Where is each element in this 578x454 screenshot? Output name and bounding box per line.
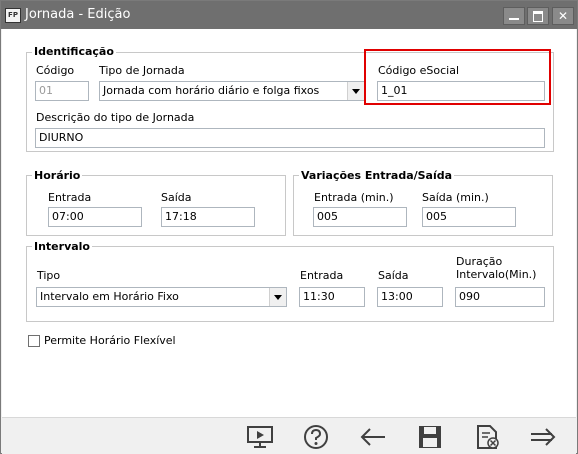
delete-document-icon <box>477 425 499 449</box>
intervalo-saida-field[interactable]: 13:00 <box>377 287 443 307</box>
forward-arrow-icon <box>531 428 556 446</box>
codigo-field[interactable]: 01 <box>35 81 89 101</box>
maximize-button[interactable] <box>527 7 549 25</box>
minimize-button[interactable] <box>503 7 525 25</box>
horario-entrada-label: Entrada <box>48 191 92 204</box>
duracao-label-line2: Intervalo(Min.) <box>456 268 537 281</box>
variacoes-legend: Variações Entrada/Saída <box>299 169 455 182</box>
save-button[interactable] <box>415 424 445 450</box>
variacao-entrada-field[interactable]: 005 <box>313 207 407 227</box>
chevron-down-icon[interactable] <box>347 82 364 100</box>
tipo-jornada-label: Tipo de Jornada <box>99 64 185 77</box>
help-icon <box>304 425 328 449</box>
tipo-jornada-value: Jornada com horário diário e folga fixos <box>103 84 320 97</box>
variacao-entrada-label: Entrada (min.) <box>314 191 394 204</box>
codigo-label: Código <box>36 64 75 77</box>
presentation-icon <box>247 426 273 448</box>
chevron-down-icon[interactable] <box>269 288 286 306</box>
horario-legend: Horário <box>32 169 83 182</box>
variacao-saida-label: Saída (min.) <box>422 191 489 204</box>
close-button[interactable]: ✕ <box>552 7 574 25</box>
presentation-button[interactable] <box>245 424 275 450</box>
permite-flexivel-checkbox[interactable] <box>28 335 40 347</box>
permite-flexivel-label: Permite Horário Flexível <box>44 334 176 347</box>
back-button[interactable] <box>358 424 388 450</box>
horario-saida-field[interactable]: 17:18 <box>161 207 255 227</box>
help-button[interactable] <box>301 424 331 450</box>
identificacao-legend: Identificação <box>32 45 116 58</box>
close-icon: ✕ <box>557 9 569 23</box>
title-bar[interactable]: FP Jornada - Edição ✕ <box>1 1 577 29</box>
intervalo-legend: Intervalo <box>32 240 92 253</box>
intervalo-entrada-label: Entrada <box>300 269 344 282</box>
descricao-field[interactable]: DIURNO <box>35 128 545 148</box>
app-logo-icon: FP <box>5 8 21 23</box>
intervalo-tipo-select[interactable]: Intervalo em Horário Fixo <box>36 287 287 307</box>
duracao-intervalo-field[interactable]: 090 <box>455 287 545 307</box>
intervalo-entrada-field[interactable]: 11:30 <box>299 287 365 307</box>
variacao-saida-field[interactable]: 005 <box>422 207 516 227</box>
back-arrow-icon <box>360 428 385 446</box>
form-content: Identificação Código 01 Tipo de Jornada … <box>2 29 576 417</box>
forward-button[interactable] <box>528 424 558 450</box>
intervalo-tipo-value: Intervalo em Horário Fixo <box>40 290 179 303</box>
intervalo-tipo-label: Tipo <box>37 269 61 282</box>
horario-saida-label: Saída <box>161 191 192 204</box>
esocial-highlight-box <box>364 49 551 105</box>
window: FP Jornada - Edição ✕ Identificação Códi… <box>0 0 578 454</box>
intervalo-saida-label: Saída <box>378 269 409 282</box>
descricao-label: Descrição do tipo de Jornada <box>36 111 195 124</box>
bottom-toolbar <box>2 417 576 454</box>
horario-entrada-field[interactable]: 07:00 <box>48 207 142 227</box>
tipo-jornada-select[interactable]: Jornada com horário diário e folga fixos <box>99 81 365 101</box>
window-title: Jornada - Edição <box>25 7 131 22</box>
delete-button[interactable] <box>472 424 502 450</box>
save-icon <box>419 426 441 448</box>
duracao-label-line1: Duração <box>456 255 503 268</box>
